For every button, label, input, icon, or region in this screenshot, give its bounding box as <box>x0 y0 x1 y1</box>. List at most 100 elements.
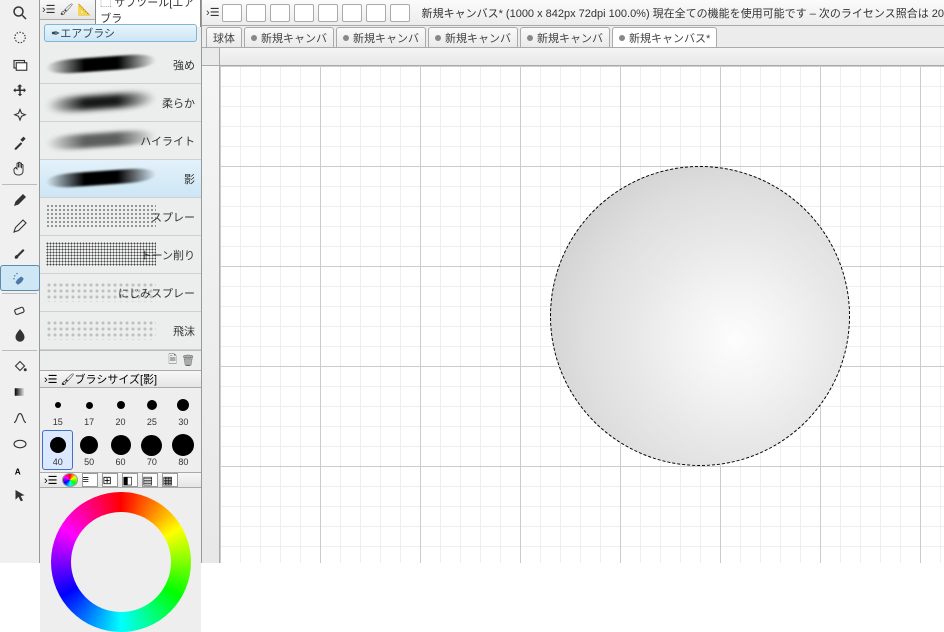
brush-size-swatch[interactable]: 17 <box>73 390 104 430</box>
pen-tool[interactable] <box>0 187 40 213</box>
brush-size-label: 40 <box>53 457 63 467</box>
document-tab[interactable]: 新規キャンバ <box>520 27 610 47</box>
brushsize-panel-header: ›☰ 🖌 ブラシサイズ[影] <box>40 370 201 388</box>
brush-size-label: 70 <box>147 457 157 467</box>
brush-size-swatch[interactable]: 60 <box>105 430 136 470</box>
brush-size-label: 80 <box>178 457 188 467</box>
fill-tool[interactable] <box>0 353 40 379</box>
brush-size-swatch[interactable]: 80 <box>168 430 199 470</box>
color-mixer-icon[interactable]: ◧ <box>122 473 138 487</box>
document-tab[interactable]: 新規キャンバ <box>428 27 518 47</box>
brush-size-swatch[interactable]: 30 <box>168 390 199 430</box>
subtool-list: 強め柔らかハイライト影スプレートーン削りにじみスプレー飛沫 <box>40 46 201 350</box>
subtool-footer: 🗎 🗑 <box>40 350 201 370</box>
color-wheel-icon[interactable] <box>62 473 78 487</box>
topbar-icon-1[interactable] <box>222 4 242 22</box>
color-intermediate-icon[interactable]: ▤ <box>142 473 158 487</box>
document-tab-label: 新規キャンバ <box>445 30 511 46</box>
subtool-item-label: 飛沫 <box>173 323 195 339</box>
document-tabs: 球体 新規キャンバ 新規キャンバ 新規キャンバ 新規キャンバ 新規キャンバス* <box>202 26 944 48</box>
brush-size-swatch[interactable]: 70 <box>136 430 167 470</box>
color-set-icon[interactable]: ⊞ <box>102 473 118 487</box>
document-tab-label: 新規キャンバ <box>261 30 327 46</box>
brush-size-swatch[interactable]: 40 <box>42 430 73 470</box>
eraser-tool[interactable] <box>0 296 40 322</box>
subtool-item-label: 影 <box>184 171 195 187</box>
color-slider-icon[interactable]: ≡ <box>82 473 98 487</box>
brush-size-label: 25 <box>147 417 157 427</box>
canvas-viewport <box>202 48 944 563</box>
brush-size-label: 17 <box>84 417 94 427</box>
document-tab-label: 新規キャンバ <box>353 30 419 46</box>
topbar-icon-2[interactable] <box>246 4 266 22</box>
main-toolbar: A <box>0 0 40 563</box>
document-title: 新規キャンバス* (1000 x 842px 72dpi 100.0%) 現在全… <box>422 5 944 21</box>
color-wheel-panel[interactable] <box>40 488 201 632</box>
subtool-item[interactable]: 飛沫 <box>40 312 201 350</box>
magic-wand-tool[interactable] <box>0 104 40 130</box>
side-panels: ›☰🖌📐 ⬚ サブツール[エアブラ ✒ エアブラシ 強め柔らかハイライト影スプレ… <box>40 0 202 563</box>
brush-tool[interactable] <box>0 239 40 265</box>
brush-size-label: 30 <box>178 417 188 427</box>
selection-marquee <box>550 166 850 466</box>
subtool-item-label: 柔らか <box>162 95 195 111</box>
topbar-icon-7[interactable] <box>366 4 386 22</box>
hand-tool[interactable] <box>0 156 40 182</box>
airbrush-tool[interactable] <box>0 265 40 291</box>
subtool-item-label: スプレー <box>151 209 195 225</box>
subtool-item[interactable]: にじみスプレー <box>40 274 201 312</box>
document-tab[interactable]: 新規キャンバス* <box>612 27 717 47</box>
delete-subtool-icon[interactable]: 🗑 <box>181 354 195 367</box>
topbar-icon-3[interactable] <box>270 4 290 22</box>
new-subtool-icon[interactable]: 🗎 <box>168 351 177 370</box>
brush-size-swatch[interactable]: 50 <box>73 430 104 470</box>
sv-square[interactable] <box>91 532 151 592</box>
subtool-panel-header: ›☰🖌📐 ⬚ サブツール[エアブラ <box>40 0 201 20</box>
eyedropper-tool[interactable] <box>0 130 40 156</box>
brush-size-swatch[interactable]: 25 <box>136 390 167 430</box>
brush-size-label: 60 <box>116 457 126 467</box>
document-tab[interactable]: 新規キャンバ <box>244 27 334 47</box>
brush-size-swatch[interactable]: 15 <box>42 390 73 430</box>
subtool-panel-tab[interactable]: ⬚ サブツール[エアブラ <box>95 0 201 27</box>
subtool-item[interactable]: 影 <box>40 160 201 198</box>
pencil-tool[interactable] <box>0 213 40 239</box>
topbar-icon-8[interactable] <box>390 4 410 22</box>
brush-size-swatch[interactable]: 20 <box>105 390 136 430</box>
subtool-group-selector[interactable]: ✒ エアブラシ <box>44 24 197 42</box>
app-topbar: ›☰ 新規キャンバス* (1000 x 842px 72dpi 100.0%) … <box>202 0 944 26</box>
svg-text:A: A <box>15 468 21 477</box>
subtool-item[interactable]: 柔らか <box>40 84 201 122</box>
panel-tool[interactable] <box>0 52 40 78</box>
document-tab-label: 新規キャンバス* <box>629 30 710 46</box>
lasso-tool[interactable] <box>0 26 40 52</box>
select-arrow-tool[interactable] <box>0 483 40 509</box>
gradient-tool[interactable] <box>0 379 40 405</box>
document-tab-label: 球体 <box>213 30 235 46</box>
brushsize-panel-tab[interactable]: ブラシサイズ[影] <box>75 371 158 387</box>
topbar-icon-5[interactable] <box>318 4 338 22</box>
blend-tool[interactable] <box>0 322 40 348</box>
subtool-item[interactable]: 強め <box>40 46 201 84</box>
hue-ring[interactable] <box>51 492 191 632</box>
subtool-item[interactable]: スプレー <box>40 198 201 236</box>
shape-tool[interactable] <box>0 431 40 457</box>
document-tab[interactable]: 新規キャンバ <box>336 27 426 47</box>
magnify-tool[interactable] <box>0 0 40 26</box>
ruler-corner <box>202 48 220 66</box>
subtool-item[interactable]: ハイライト <box>40 122 201 160</box>
topbar-icon-6[interactable] <box>342 4 362 22</box>
canvas[interactable] <box>220 66 944 563</box>
brush-size-label: 50 <box>84 457 94 467</box>
subtool-item[interactable]: トーン削り <box>40 236 201 274</box>
move-tool[interactable] <box>0 78 40 104</box>
ruler-horizontal[interactable] <box>220 48 944 66</box>
document-tab-label: 新規キャンバ <box>537 30 603 46</box>
brush-size-label: 20 <box>116 417 126 427</box>
color-history-icon[interactable]: ▦ <box>162 473 178 487</box>
document-tab[interactable]: 球体 <box>206 27 242 47</box>
ruler-vertical[interactable] <box>202 66 220 563</box>
topbar-icon-4[interactable] <box>294 4 314 22</box>
contour-tool[interactable] <box>0 405 40 431</box>
text-tool[interactable]: A <box>0 457 40 483</box>
